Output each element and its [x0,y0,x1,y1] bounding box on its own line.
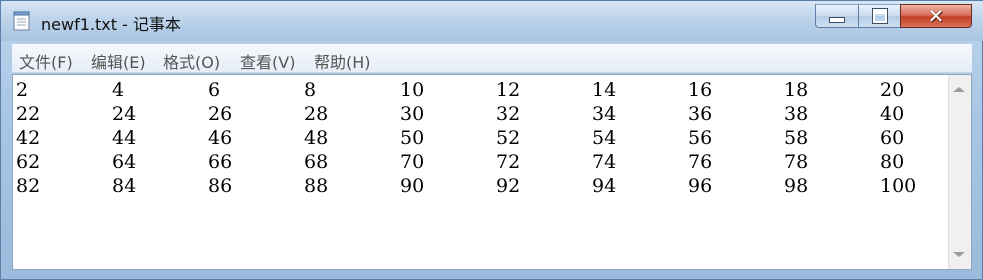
maximize-icon [871,8,888,24]
text-value: 58 [784,127,809,149]
text-value: 8 [304,79,317,101]
maximize-button[interactable] [858,4,901,28]
text-editor[interactable]: 2 4 6 8 10 12 14 16 18 20 22 24 26 28 30 32 34 36 38 40 42 44… [12,74,972,270]
close-button[interactable]: ✕ [900,4,972,28]
menu-edit[interactable]: 编辑(E) [91,49,146,73]
text-value: 52 [496,127,521,149]
text-value: 20 [880,79,905,101]
text-value: 42 [16,127,41,149]
text-value: 72 [496,151,521,173]
text-value: 80 [880,151,905,173]
text-value: 36 [688,103,713,125]
text-value: 50 [400,127,425,149]
text-value: 100 [880,175,917,197]
text-value: 98 [784,175,809,197]
text-value: 38 [784,103,809,125]
text-value: 26 [208,103,233,125]
vertical-scrollbar[interactable] [948,75,971,269]
text-value: 24 [112,103,137,125]
close-icon: ✕ [927,4,945,28]
text-value: 70 [400,151,425,173]
menu-help[interactable]: 帮助(H) [314,49,371,73]
menu-bar: 文件(F) 编辑(E) 格式(O) 查看(V) 帮助(H) [12,44,972,73]
notepad-icon [13,11,30,31]
text-value: 48 [304,127,329,149]
text-value: 96 [688,175,713,197]
text-value: 12 [496,79,521,101]
menu-file[interactable]: 文件(F) [19,49,73,73]
text-value: 86 [208,175,233,197]
text-value: 40 [880,103,905,125]
text-value: 46 [208,127,233,149]
text-value: 78 [784,151,809,173]
menu-format[interactable]: 格式(O) [163,49,220,73]
text-value: 66 [208,151,233,173]
notepad-window: newf1.txt - 记事本 ✕ 文件(F) 编辑(E) 格式(O) 查看(V… [0,0,983,280]
scroll-up-arrow-icon[interactable] [953,87,965,92]
text-value: 56 [688,127,713,149]
text-value: 14 [592,79,617,101]
text-value: 62 [16,151,41,173]
text-value: 18 [784,79,809,101]
text-value: 92 [496,175,521,197]
window-title: newf1.txt - 记事本 [41,15,181,34]
text-value: 84 [112,175,137,197]
text-value: 6 [208,79,221,101]
text-value: 44 [112,127,137,149]
text-value: 30 [400,103,425,125]
document-text[interactable]: 2 4 6 8 10 12 14 16 18 20 22 24 26 28 30 32 34 36 38 40 42 44… [16,79,946,265]
title-bar[interactable]: newf1.txt - 记事本 ✕ [1,1,983,41]
text-value: 64 [112,151,137,173]
text-value: 4 [112,79,125,101]
text-value: 34 [592,103,617,125]
text-value: 2 [16,79,29,101]
scroll-down-arrow-icon[interactable] [953,252,965,257]
text-value: 60 [880,127,905,149]
text-value: 16 [688,79,713,101]
minimize-icon [829,17,845,23]
text-value: 28 [304,103,329,125]
menu-view[interactable]: 查看(V) [240,49,295,73]
text-value: 10 [400,79,425,101]
text-value: 32 [496,103,521,125]
text-value: 22 [16,103,41,125]
text-value: 88 [304,175,329,197]
text-value: 76 [688,151,713,173]
text-value: 82 [16,175,41,197]
minimize-button[interactable] [815,4,859,28]
text-value: 68 [304,151,329,173]
text-value: 74 [592,151,617,173]
text-value: 54 [592,127,617,149]
text-value: 90 [400,175,425,197]
text-value: 94 [592,175,617,197]
